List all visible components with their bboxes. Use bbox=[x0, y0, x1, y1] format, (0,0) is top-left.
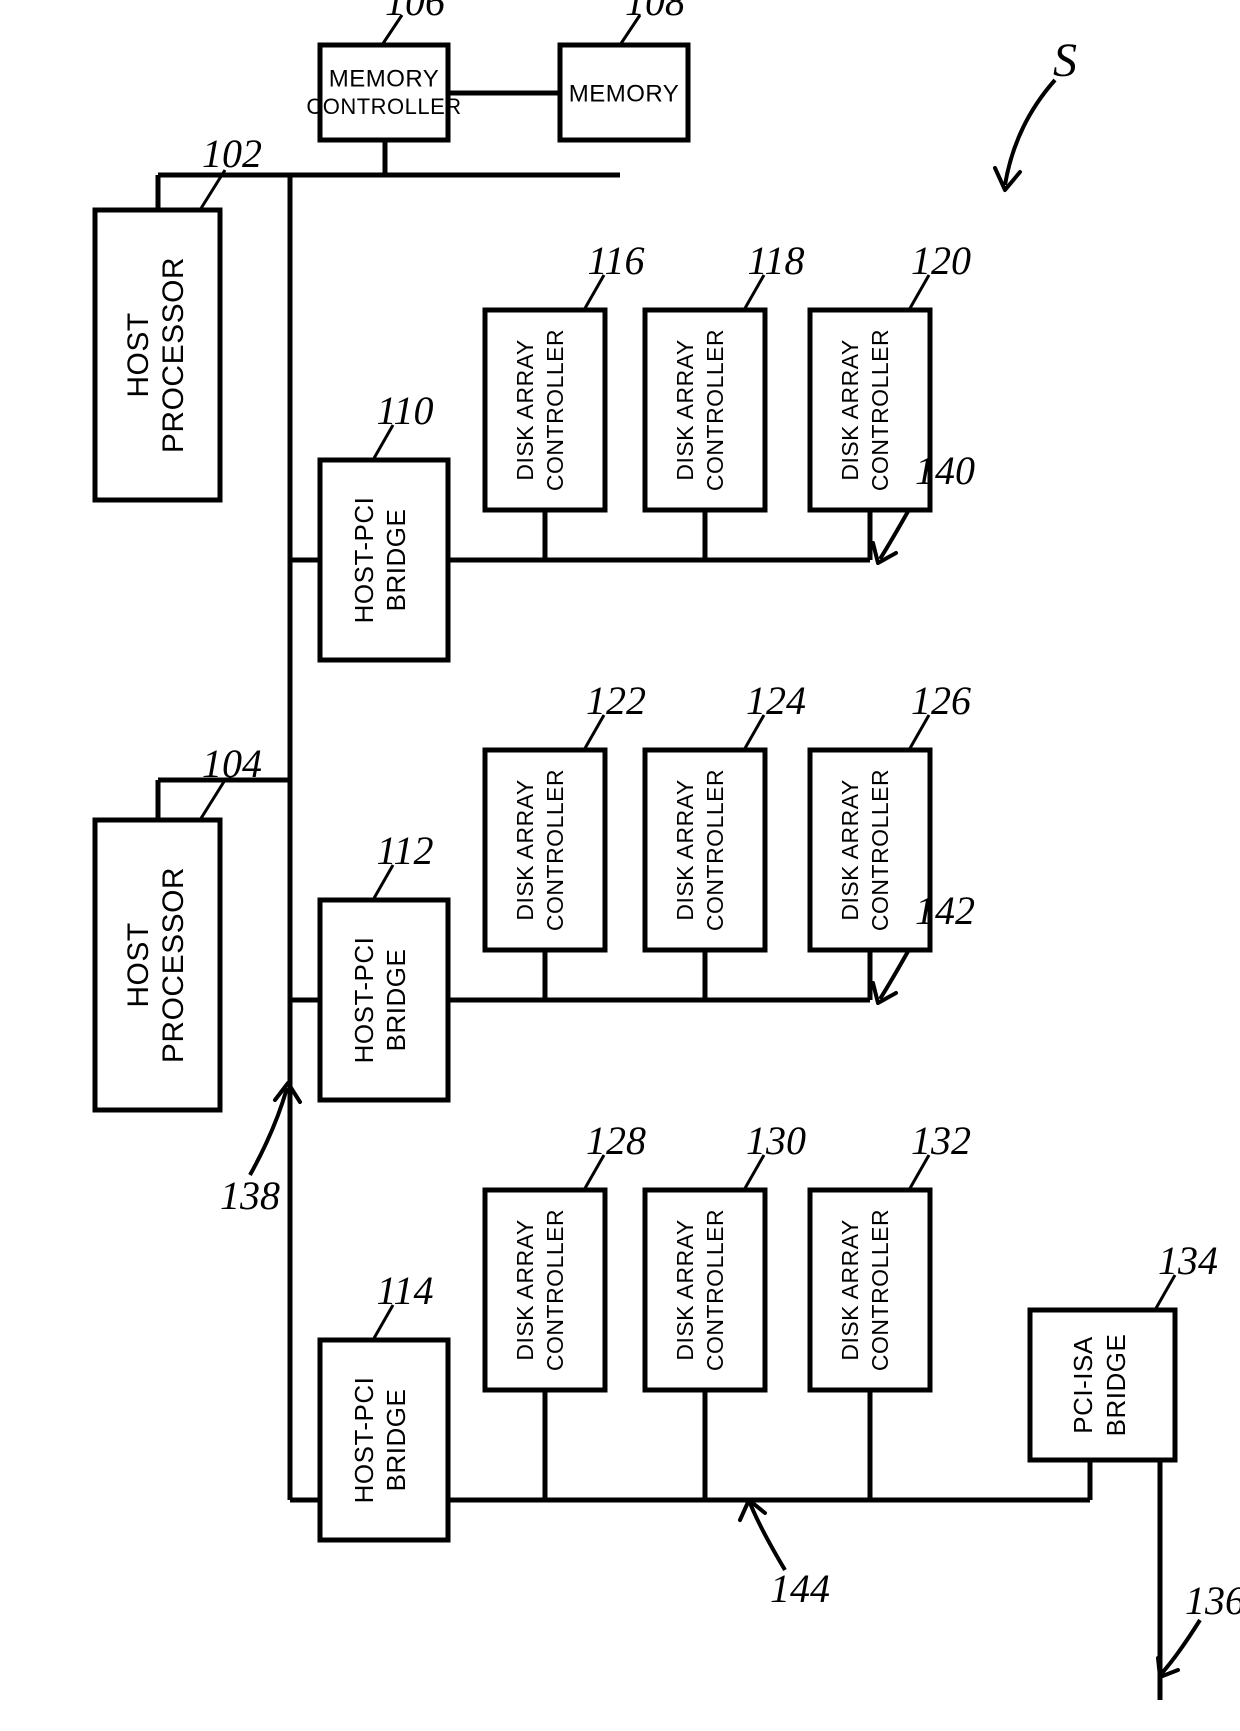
ref-120: 120 bbox=[911, 238, 971, 283]
host-processor-2-block: HOST PROCESSOR bbox=[95, 820, 220, 1110]
dac116-l1: DISK ARRAY bbox=[512, 339, 538, 480]
dac-116-block: DISK ARRAY CONTROLLER bbox=[485, 310, 605, 510]
ref-124: 124 bbox=[746, 678, 806, 723]
dac132-l1: DISK ARRAY bbox=[837, 1219, 863, 1360]
leader-s bbox=[1005, 80, 1055, 185]
ref-106: 106 bbox=[385, 0, 445, 24]
ref-144: 144 bbox=[770, 1566, 830, 1611]
system-label: S bbox=[1053, 34, 1077, 87]
dac-126-block: DISK ARRAY CONTROLLER bbox=[810, 750, 930, 950]
ref-132: 132 bbox=[911, 1118, 971, 1163]
host-processor-1-block: HOST PROCESSOR bbox=[95, 210, 220, 500]
ref-114: 114 bbox=[376, 1268, 433, 1313]
host-pci-bridge-1-block: HOST-PCI BRIDGE bbox=[320, 460, 448, 660]
bridge3-l1: HOST-PCI bbox=[349, 1377, 379, 1504]
bridge1-l2: BRIDGE bbox=[381, 509, 411, 612]
dac-130-block: DISK ARRAY CONTROLLER bbox=[645, 1190, 765, 1390]
dac118-l1: DISK ARRAY bbox=[672, 339, 698, 480]
dac128-l1: DISK ARRAY bbox=[512, 1219, 538, 1360]
ref-122: 122 bbox=[586, 678, 646, 723]
leader-136 bbox=[1162, 1620, 1200, 1673]
memory-block: MEMORY bbox=[560, 45, 688, 140]
ref-130: 130 bbox=[746, 1118, 806, 1163]
dac-120-block: DISK ARRAY CONTROLLER bbox=[810, 310, 930, 510]
dac126-l2: CONTROLLER bbox=[867, 769, 893, 931]
dac-124-block: DISK ARRAY CONTROLLER bbox=[645, 750, 765, 950]
dac128-l2: CONTROLLER bbox=[542, 1209, 568, 1371]
host-proc-1-l1: HOST bbox=[122, 312, 155, 397]
pciisa-l2: BRIDGE bbox=[1101, 1334, 1131, 1437]
dac118-l2: CONTROLLER bbox=[702, 329, 728, 491]
ref-126: 126 bbox=[911, 678, 971, 723]
dac-122-block: DISK ARRAY CONTROLLER bbox=[485, 750, 605, 950]
bridge1-l1: HOST-PCI bbox=[349, 497, 379, 624]
host-pci-bridge-3-block: HOST-PCI BRIDGE bbox=[320, 1340, 448, 1540]
ref-128: 128 bbox=[586, 1118, 646, 1163]
bridge3-l2: BRIDGE bbox=[381, 1389, 411, 1492]
ref-102: 102 bbox=[202, 131, 262, 176]
host-proc-2-l2: PROCESSOR bbox=[157, 867, 190, 1063]
pciisa-l1: PCI-ISA bbox=[1068, 1336, 1098, 1434]
memory-controller-block: MEMORY CONTROLLER bbox=[306, 45, 461, 140]
leader-144 bbox=[750, 1503, 785, 1570]
ref-108: 108 bbox=[625, 0, 685, 24]
ref-112: 112 bbox=[376, 828, 433, 873]
ref-138: 138 bbox=[220, 1173, 280, 1218]
pci-isa-bridge-block: PCI-ISA BRIDGE bbox=[1030, 1310, 1175, 1460]
dac120-l2: CONTROLLER bbox=[867, 329, 893, 491]
dac132-l2: CONTROLLER bbox=[867, 1209, 893, 1371]
ref-142: 142 bbox=[915, 888, 975, 933]
dac-132-block: DISK ARRAY CONTROLLER bbox=[810, 1190, 930, 1390]
dac120-l1: DISK ARRAY bbox=[837, 339, 863, 480]
dac130-l2: CONTROLLER bbox=[702, 1209, 728, 1371]
dac122-l1: DISK ARRAY bbox=[512, 779, 538, 920]
dac124-l2: CONTROLLER bbox=[702, 769, 728, 931]
dac122-l2: CONTROLLER bbox=[542, 769, 568, 931]
dac126-l1: DISK ARRAY bbox=[837, 779, 863, 920]
host-proc-2-l1: HOST bbox=[122, 922, 155, 1007]
ref-136: 136 bbox=[1185, 1578, 1240, 1623]
memctrl-l2: CONTROLLER bbox=[306, 94, 461, 119]
dac124-l1: DISK ARRAY bbox=[672, 779, 698, 920]
dac116-l2: CONTROLLER bbox=[542, 329, 568, 491]
memory-l1: MEMORY bbox=[569, 80, 680, 107]
ref-118: 118 bbox=[747, 238, 804, 283]
leader-138 bbox=[250, 1088, 287, 1175]
dac-128-block: DISK ARRAY CONTROLLER bbox=[485, 1190, 605, 1390]
ref-140: 140 bbox=[915, 448, 975, 493]
ref-116: 116 bbox=[587, 238, 644, 283]
bridge2-l1: HOST-PCI bbox=[349, 937, 379, 1064]
dac-118-block: DISK ARRAY CONTROLLER bbox=[645, 310, 765, 510]
host-pci-bridge-2-block: HOST-PCI BRIDGE bbox=[320, 900, 448, 1100]
ref-110: 110 bbox=[376, 388, 433, 433]
memctrl-l1: MEMORY bbox=[329, 65, 440, 92]
bridge2-l2: BRIDGE bbox=[381, 949, 411, 1052]
dac130-l1: DISK ARRAY bbox=[672, 1219, 698, 1360]
ref-104: 104 bbox=[202, 741, 262, 786]
host-proc-1-l2: PROCESSOR bbox=[157, 257, 190, 453]
ref-134: 134 bbox=[1158, 1238, 1218, 1283]
